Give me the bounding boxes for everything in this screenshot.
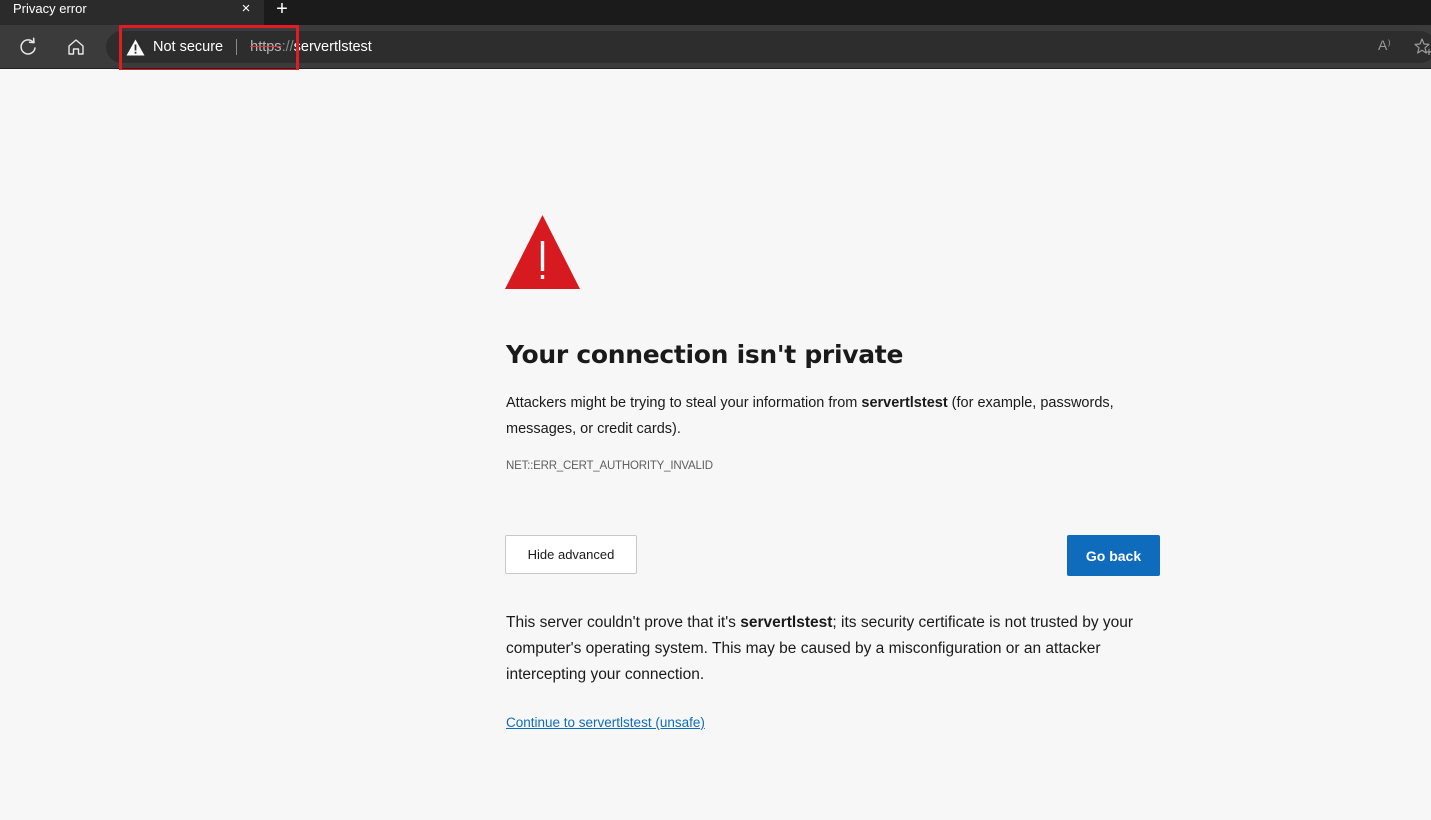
hide-advanced-button[interactable]: Hide advanced [505, 535, 637, 574]
continue-unsafe-link[interactable]: Continue to servertlstest (unsafe) [506, 715, 705, 730]
browser-toolbar: Not secure https://servertlstest [0, 25, 1431, 69]
url-host: servertlstest [293, 39, 372, 55]
url-scheme: https [250, 39, 282, 55]
address-bar[interactable]: Not secure https://servertlstest [106, 31, 1431, 63]
tab-privacy-error[interactable]: Privacy error × [0, 0, 264, 25]
error-description: Attackers might be trying to steal your … [506, 390, 1146, 442]
advanced-details: This server couldn't prove that it's ser… [506, 610, 1146, 688]
url-separator: :// [281, 39, 294, 55]
error-page: Your connection isn't private Attackers … [0, 70, 1431, 820]
tab-strip: Privacy error × + [0, 0, 1431, 25]
reload-icon [20, 37, 36, 55]
warning-icon [126, 39, 145, 55]
go-back-button[interactable]: Go back [1067, 535, 1160, 576]
favorites-add-icon[interactable] [1414, 37, 1431, 57]
security-indicator[interactable]: Not secure https://servertlstest [126, 35, 372, 59]
new-tab-button[interactable]: + [272, 0, 292, 19]
desc-prefix: Attackers might be trying to steal your … [506, 395, 862, 411]
error-code: NET::ERR_CERT_AUTHORITY_INVALID [506, 460, 713, 472]
page-title: Your connection isn't private [506, 340, 904, 369]
read-aloud-icon[interactable]: A⁾ [1378, 37, 1391, 54]
home-icon [68, 39, 84, 55]
tab-close-icon[interactable]: × [238, 1, 254, 17]
chip-divider [236, 39, 238, 55]
details-host: servertlstest [740, 614, 833, 631]
details-prefix: This server couldn't prove that it's [506, 614, 741, 631]
home-button[interactable] [64, 35, 88, 59]
desc-host: servertlstest [861, 395, 948, 411]
error-warning-icon [505, 215, 580, 289]
not-secure-label: Not secure [153, 39, 224, 55]
tab-title: Privacy error [13, 1, 87, 16]
reload-button[interactable] [16, 35, 40, 59]
